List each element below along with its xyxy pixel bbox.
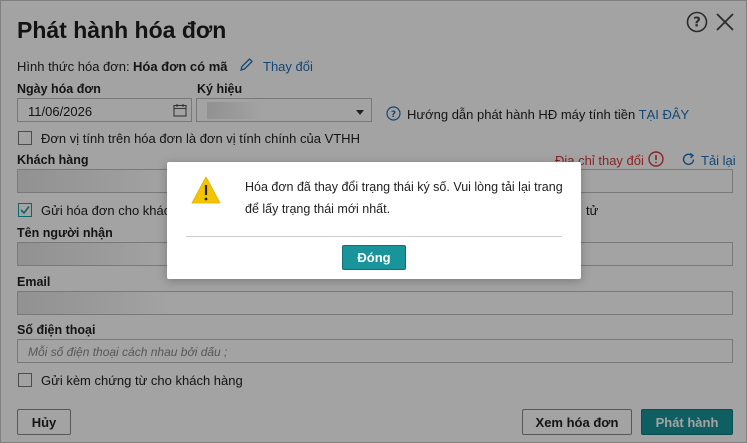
alert-message-line1: Hóa đơn đã thay đổi trạng thái ký số. Vu… bbox=[245, 180, 563, 194]
alert-message: Hóa đơn đã thay đổi trạng thái ký số. Vu… bbox=[245, 176, 570, 220]
alert-divider bbox=[186, 236, 562, 237]
close-alert-button[interactable]: Đóng bbox=[342, 245, 406, 270]
status-changed-alert: Hóa đơn đã thay đổi trạng thái ký số. Vu… bbox=[167, 162, 581, 279]
warning-icon bbox=[191, 175, 221, 210]
alert-message-line2: để lấy trạng thái mới nhất. bbox=[245, 202, 391, 216]
